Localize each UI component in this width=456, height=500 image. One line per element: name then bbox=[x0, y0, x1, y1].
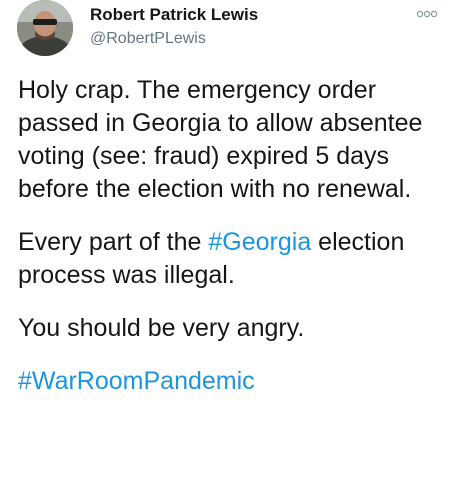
tweet-paragraph-4: #WarRoomPandemic bbox=[18, 365, 443, 398]
hashtag-warroompandemic-link[interactable]: #WarRoomPandemic bbox=[18, 367, 255, 395]
tweet-text-segment: Every part of the bbox=[18, 228, 209, 256]
tweet-card: Robert Patrick Lewis @RobertPLewis Holy … bbox=[0, 0, 456, 500]
tweet-paragraph-1: Holy crap. The emergency order passed in… bbox=[18, 76, 423, 203]
author-name[interactable]: Robert Patrick Lewis bbox=[90, 5, 258, 25]
hashtag-georgia-link[interactable]: #Georgia bbox=[208, 228, 311, 256]
more-options-icon[interactable] bbox=[416, 10, 438, 18]
tweet-paragraph-3: You should be very angry. bbox=[18, 314, 305, 342]
author-handle[interactable]: @RobertPLewis bbox=[90, 30, 206, 48]
tweet-text: Holy crap. The emergency order passed in… bbox=[18, 74, 443, 418]
tweet-paragraph-2: Every part of the #Georgia election proc… bbox=[18, 226, 443, 292]
avatar[interactable] bbox=[17, 0, 73, 56]
